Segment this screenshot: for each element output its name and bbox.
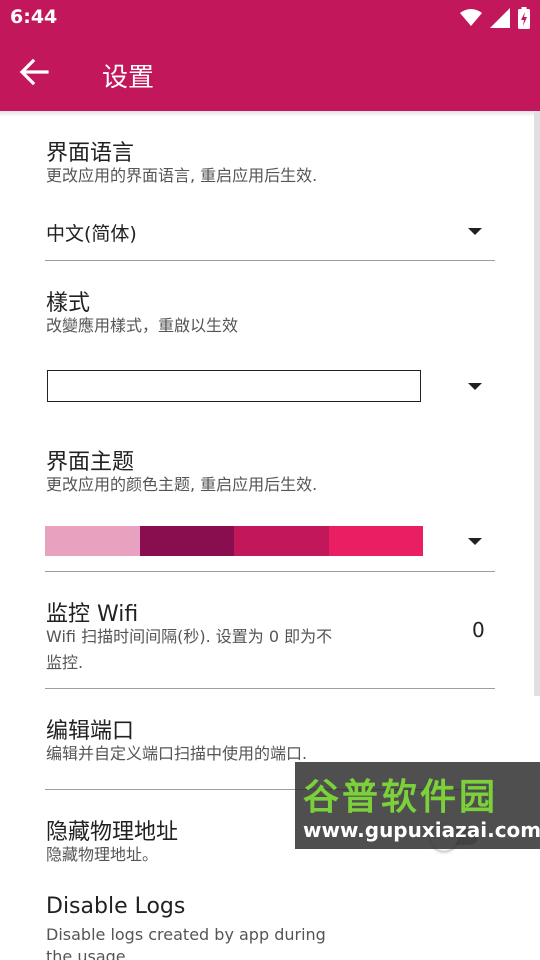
watermark-url: www.gupuxiazai.com	[303, 818, 540, 842]
signal-icon	[490, 8, 510, 28]
theme-swatch	[139, 526, 234, 556]
theme-swatches	[45, 526, 423, 556]
status-time: 6:44	[10, 6, 58, 28]
theme-swatch	[234, 526, 329, 556]
wifi-interval-value: 0	[472, 618, 485, 642]
pref-style-summary: 改變應用樣式，重啟以生效	[46, 316, 239, 335]
app-bar: 设置	[0, 36, 540, 111]
pref-disable-logs-title: Disable Logs	[46, 894, 186, 919]
language-spinner-value: 中文(简体)	[46, 223, 137, 245]
dropdown-arrow-icon	[468, 228, 482, 235]
pref-wifi-summary-line2: 监控.	[46, 653, 84, 672]
status-icons	[460, 7, 530, 29]
watermark-logo: 谷普软件园 www.gupuxiazai.com	[295, 762, 540, 849]
pref-disable-logs-summary-line2: the usage	[46, 947, 126, 960]
scroll-shadow	[0, 111, 540, 117]
dropdown-arrow-icon	[468, 538, 482, 545]
status-bar: 6:44	[0, 0, 540, 36]
wifi-icon	[460, 9, 482, 27]
page-title: 设置	[102, 63, 155, 93]
back-button[interactable]	[14, 54, 54, 94]
dropdown-arrow-icon	[468, 383, 482, 390]
pref-language-summary: 更改应用的界面语言, 重启应用后生效.	[46, 166, 318, 185]
divider	[45, 688, 495, 689]
style-spinner-value	[47, 370, 421, 402]
pref-theme-summary: 更改应用的颜色主题, 重启应用后生效.	[46, 475, 318, 494]
pref-wifi-summary-line1: Wifi 扫描时间间隔(秒). 设置为 0 即为不	[46, 627, 333, 646]
pref-edit-ports-summary: 编辑并自定义端口扫描中使用的端口.	[46, 744, 308, 763]
pref-hide-mac-summary: 隐藏物理地址。	[46, 845, 159, 864]
divider	[45, 260, 495, 261]
arrow-back-icon	[19, 58, 49, 90]
scrollbar[interactable]	[534, 111, 540, 696]
theme-swatch	[45, 526, 140, 556]
divider	[45, 571, 495, 572]
watermark-title: 谷普软件园	[303, 777, 499, 818]
battery-icon	[518, 7, 530, 29]
theme-swatch	[328, 526, 423, 556]
